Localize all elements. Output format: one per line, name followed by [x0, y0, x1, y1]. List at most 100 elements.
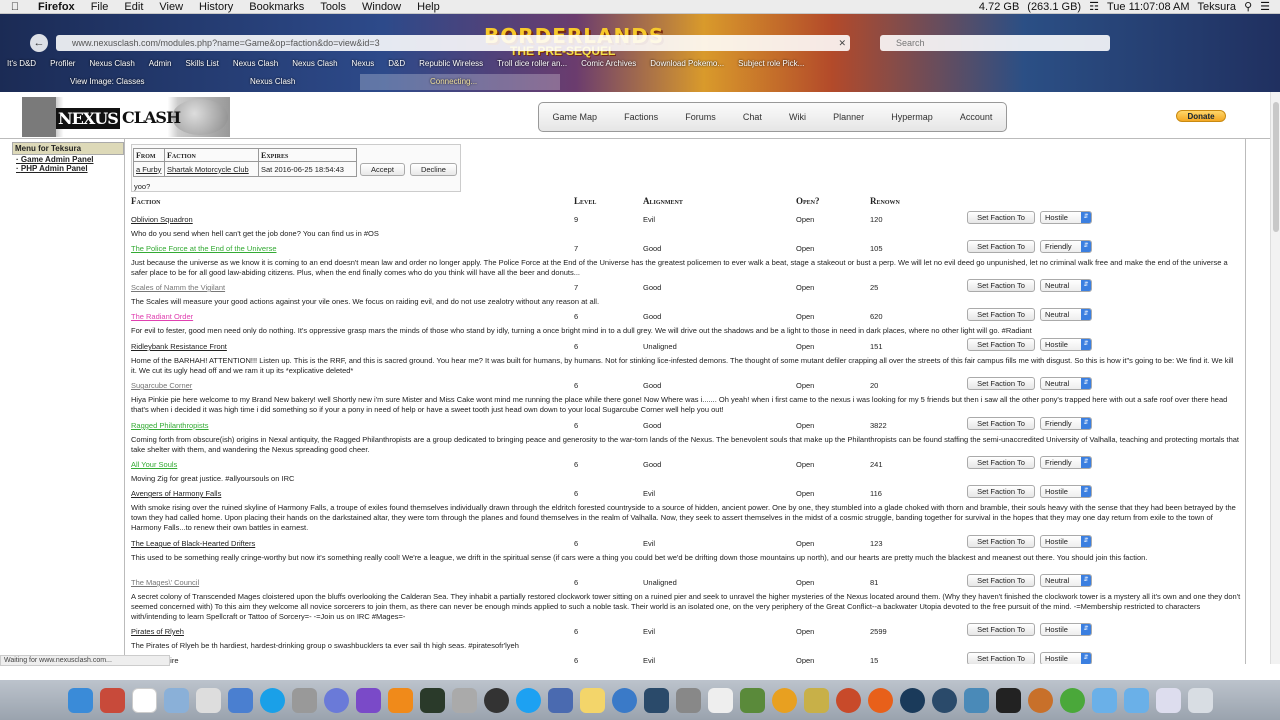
vlc-icon[interactable]	[387, 687, 413, 713]
game-admin-panel-link[interactable]: · Game Admin Panel	[12, 155, 124, 164]
menu-tools[interactable]: Tools	[312, 1, 354, 13]
system-icon[interactable]	[195, 687, 221, 713]
stance-select[interactable]: Friendly ⇵	[1040, 417, 1092, 430]
stance-select[interactable]: Hostile ⇵	[1040, 211, 1092, 224]
stance-select[interactable]: Neutral ⇵	[1040, 377, 1092, 390]
bookmark[interactable]: Profiler	[43, 59, 82, 68]
faction-name-link[interactable]: All Your Souls	[131, 460, 177, 469]
stance-select[interactable]: Friendly ⇵	[1040, 240, 1092, 253]
chevron-updown-icon[interactable]: ⇵	[1081, 378, 1091, 389]
set-faction-button[interactable]: Set Faction To	[967, 338, 1035, 351]
set-faction-button[interactable]: Set Faction To	[967, 456, 1035, 469]
stop-icon[interactable]: ✕	[838, 35, 846, 51]
stance-select[interactable]: Hostile ⇵	[1040, 652, 1092, 664]
nav-game-map[interactable]: Game Map	[553, 112, 598, 122]
steam-icon[interactable]	[899, 687, 925, 713]
faction-name-link[interactable]: Oblivion Squadron	[131, 215, 193, 224]
stance-select[interactable]: Neutral ⇵	[1040, 279, 1092, 292]
folder-icon[interactable]	[1155, 687, 1181, 713]
menu-view[interactable]: View	[151, 1, 191, 13]
chevron-updown-icon[interactable]: ⇵	[1081, 575, 1091, 586]
bookmark[interactable]: It's D&D	[0, 59, 43, 68]
stance-value[interactable]: Neutral	[1045, 281, 1069, 290]
nav-account[interactable]: Account	[960, 112, 993, 122]
stance-value[interactable]: Neutral	[1045, 310, 1069, 319]
stance-value[interactable]: Friendly	[1045, 242, 1072, 251]
url-bar[interactable]: www.nexusclash.com/modules.php?name=Game…	[56, 35, 850, 51]
faction-name-link[interactable]: Ragged Philanthropists	[131, 421, 209, 430]
nav-forums[interactable]: Forums	[685, 112, 716, 122]
faction-name-link[interactable]: Ridleybank Resistance Front	[131, 342, 227, 351]
stance-select[interactable]: Neutral ⇵	[1040, 308, 1092, 321]
menu-edit[interactable]: Edit	[116, 1, 151, 13]
user-name[interactable]: Teksura	[1198, 1, 1237, 13]
tools-icon[interactable]	[291, 687, 317, 713]
notes-icon[interactable]	[579, 687, 605, 713]
faction-name-link[interactable]: The Radiant Order	[131, 312, 193, 321]
wifi-icon[interactable]: ☶	[1089, 0, 1099, 13]
bookmark[interactable]: Nexus Clash	[226, 59, 285, 68]
stance-select[interactable]: Neutral ⇵	[1040, 574, 1092, 587]
set-faction-button[interactable]: Set Faction To	[967, 377, 1035, 390]
clock[interactable]: Tue 11:07:08 AM	[1107, 1, 1190, 13]
stance-value[interactable]: Hostile	[1045, 340, 1068, 349]
chevron-updown-icon[interactable]: ⇵	[1081, 339, 1091, 350]
php-admin-panel-label[interactable]: PHP Admin Panel	[21, 164, 88, 173]
set-faction-button[interactable]: Set Faction To	[967, 279, 1035, 292]
chevron-updown-icon[interactable]: ⇵	[1081, 418, 1091, 429]
discord-icon[interactable]	[323, 687, 349, 713]
faction-name-link[interactable]: Sugarcube Corner	[131, 381, 192, 390]
chevron-updown-icon[interactable]: ⇵	[1081, 486, 1091, 497]
steam-icon[interactable]	[931, 687, 957, 713]
stance-select[interactable]: Hostile ⇵	[1040, 623, 1092, 636]
bookmark[interactable]: Nexus	[345, 59, 382, 68]
tab-nexus-clash[interactable]: Nexus Clash	[200, 74, 360, 90]
launchpad-icon[interactable]	[99, 687, 125, 713]
site-logo[interactable]: NEXUS CLASH	[22, 97, 230, 137]
php-admin-panel-link[interactable]: · PHP Admin Panel	[12, 164, 124, 173]
bookmark[interactable]: Admin	[142, 59, 179, 68]
game-admin-panel-label[interactable]: Game Admin Panel	[21, 155, 94, 164]
set-faction-button[interactable]: Set Faction To	[967, 308, 1035, 321]
donate-button[interactable]: Donate	[1176, 110, 1226, 122]
bookmark[interactable]: Comic Archives	[574, 59, 643, 68]
set-faction-button[interactable]: Set Faction To	[967, 211, 1035, 224]
accept-button[interactable]: Accept	[360, 162, 405, 176]
system-preferences-icon[interactable]	[675, 687, 701, 713]
invite-faction-link[interactable]: Shartak Motorcycle Club	[164, 161, 259, 177]
nav-factions[interactable]: Factions	[624, 112, 658, 122]
stance-select[interactable]: Friendly ⇵	[1040, 456, 1092, 469]
stance-value[interactable]: Friendly	[1045, 419, 1072, 428]
chevron-updown-icon[interactable]: ⇵	[1081, 624, 1091, 635]
menu-file[interactable]: File	[83, 1, 117, 13]
chevron-updown-icon[interactable]: ⇵	[1081, 280, 1091, 291]
menu-help[interactable]: Help	[409, 1, 448, 13]
invite-from-link[interactable]: a Furby	[133, 161, 165, 177]
app-icon[interactable]	[611, 687, 637, 713]
stance-value[interactable]: Neutral	[1045, 379, 1069, 388]
nav-wiki[interactable]: Wiki	[789, 112, 806, 122]
bookmark[interactable]: Republic Wireless	[412, 59, 490, 68]
url-text[interactable]: www.nexusclash.com/modules.php?name=Game…	[72, 38, 380, 48]
menu-app-name[interactable]: Firefox	[30, 1, 83, 13]
app-icon[interactable]	[835, 687, 861, 713]
trash-icon[interactable]	[1187, 687, 1213, 713]
bookmark[interactable]: Nexus Clash	[82, 59, 141, 68]
app-icon[interactable]	[963, 687, 989, 713]
faction-name-link[interactable]: The League of Black-Hearted Drifters	[131, 539, 255, 548]
set-faction-button[interactable]: Set Faction To	[967, 535, 1035, 548]
search-input[interactable]: Search	[880, 35, 1110, 51]
set-faction-button[interactable]: Set Faction To	[967, 417, 1035, 430]
stance-value[interactable]: Hostile	[1045, 487, 1068, 496]
nav-hypermap[interactable]: Hypermap	[891, 112, 933, 122]
chevron-updown-icon[interactable]: ⇵	[1081, 653, 1091, 664]
menu-window[interactable]: Window	[354, 1, 409, 13]
faction-name-link[interactable]: Avengers of Harmony Falls	[131, 489, 221, 498]
stance-value[interactable]: Hostile	[1045, 537, 1068, 546]
tab-connecting[interactable]: Connecting...	[360, 74, 560, 90]
stance-select[interactable]: Hostile ⇵	[1040, 338, 1092, 351]
set-faction-button[interactable]: Set Faction To	[967, 485, 1035, 498]
app-icon[interactable]	[1027, 687, 1053, 713]
chevron-updown-icon[interactable]: ⇵	[1081, 241, 1091, 252]
bookmark[interactable]: Subject role Pick...	[731, 59, 811, 68]
